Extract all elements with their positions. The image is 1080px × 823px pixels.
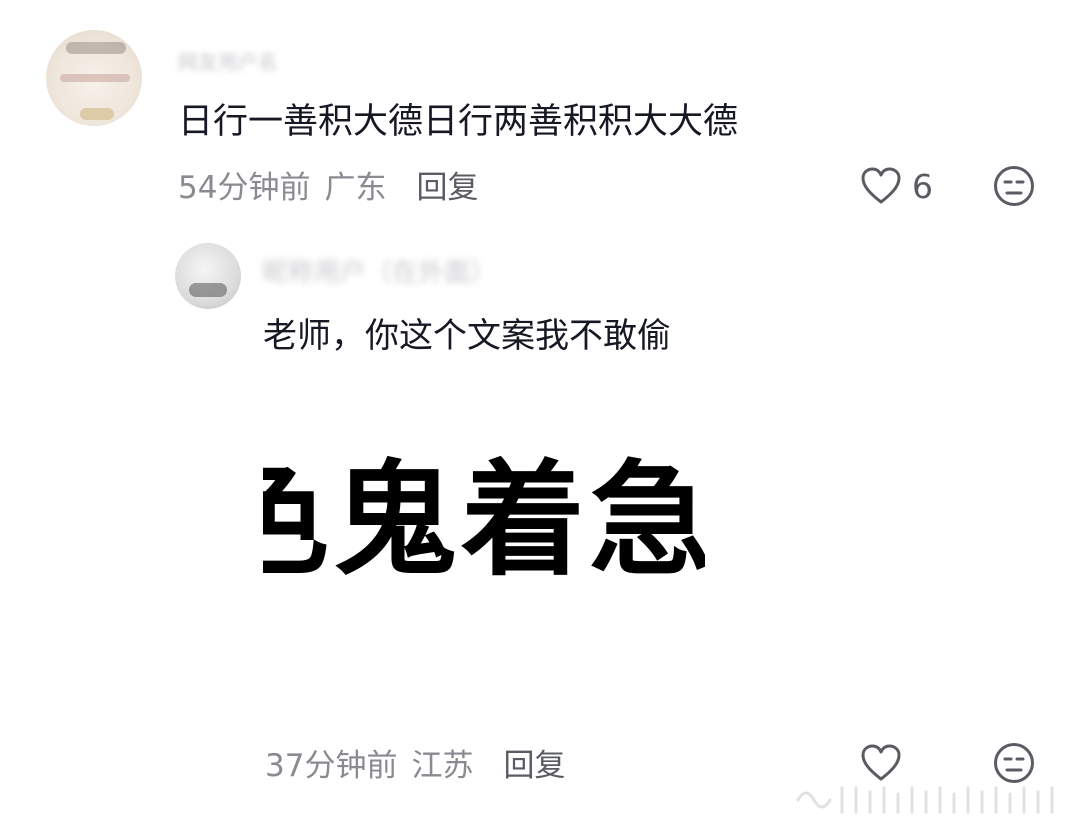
reply-username[interactable]: 昵称用户（在外面） <box>262 252 530 288</box>
reply-meta: 37分钟前 江苏 回复 <box>265 740 565 784</box>
like-button[interactable]: 6 <box>860 164 933 208</box>
comment-text: 日行一善积大德日行两善积积大大德 <box>178 102 739 142</box>
comment-location: 广东 <box>324 169 387 206</box>
reply-avatar[interactable] <box>175 243 241 309</box>
reply-location: 江苏 <box>411 747 474 784</box>
reply-text: 老师，你这个文案我不敢偷 <box>263 316 671 356</box>
reply-reply-button[interactable]: 回复 <box>503 740 565 785</box>
comment-meta: 54分钟前 广东 回复 <box>178 162 478 207</box>
reply-time: 37分钟前 <box>265 747 398 784</box>
comment-username[interactable]: 网友用户名 <box>178 46 322 74</box>
avatar[interactable] <box>46 30 142 126</box>
like-count: 6 <box>912 166 933 206</box>
sticker-image[interactable]: 色鬼着急 <box>263 448 705 598</box>
heart-outline-icon[interactable] <box>860 166 902 206</box>
comment-time: 54分钟前 <box>178 169 311 206</box>
heart-outline-icon[interactable] <box>860 742 902 784</box>
meh-face-icon[interactable] <box>993 165 1035 207</box>
watermark <box>790 782 1070 818</box>
sticker-text: 色鬼着急 <box>263 449 705 593</box>
meh-face-icon[interactable] <box>993 742 1035 784</box>
reply-button[interactable]: 回复 <box>416 162 478 207</box>
